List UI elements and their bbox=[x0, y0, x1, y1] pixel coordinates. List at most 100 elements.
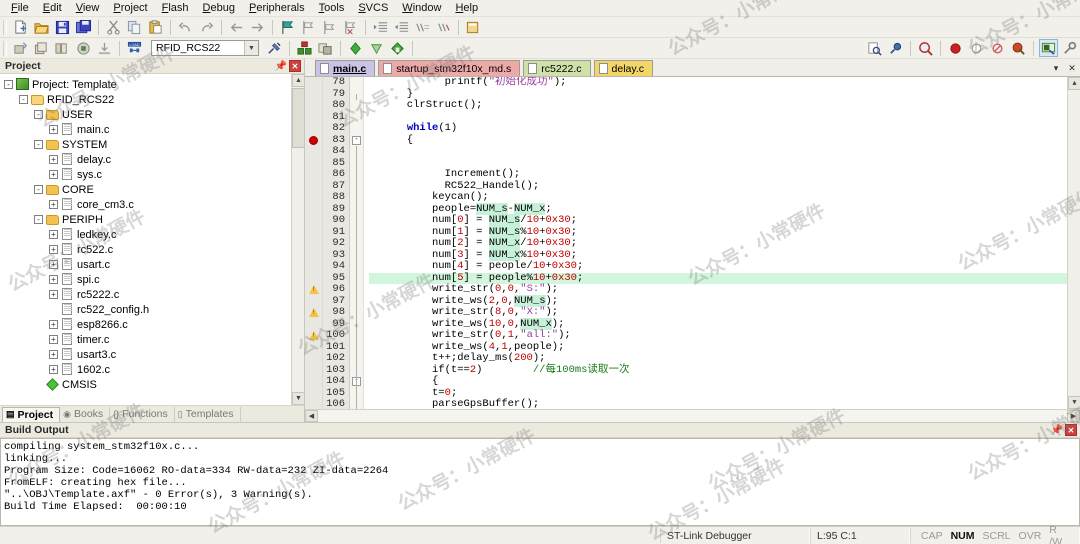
expand-icon[interactable]: + bbox=[49, 275, 58, 284]
menu-item-edit[interactable]: Edit bbox=[36, 1, 69, 15]
warning-icon[interactable] bbox=[309, 331, 319, 340]
code-line[interactable] bbox=[369, 146, 1067, 158]
outdent-icon[interactable] bbox=[392, 18, 411, 36]
cut-icon[interactable] bbox=[104, 18, 123, 36]
stop-build-icon[interactable] bbox=[74, 39, 93, 57]
project-target-combo[interactable]: RFID_RCS22 ▼ bbox=[151, 40, 259, 56]
code-line[interactable]: num[4] = people/10+0x30; bbox=[369, 260, 1067, 273]
redo-icon[interactable] bbox=[197, 18, 216, 36]
breakpoint-icon[interactable] bbox=[946, 39, 965, 57]
target-options-icon[interactable] bbox=[265, 39, 284, 57]
menu-item-help[interactable]: Help bbox=[448, 1, 485, 15]
disable-all-breakpoints-icon[interactable] bbox=[988, 39, 1007, 57]
project-pane-tab-templates[interactable]: ▯ Templates bbox=[175, 406, 241, 422]
code-line[interactable]: clrStruct(); bbox=[369, 99, 1067, 112]
collapse-icon[interactable]: - bbox=[34, 140, 43, 149]
insert-icon[interactable] bbox=[346, 39, 365, 57]
editor-tab-rc5222-c[interactable]: rc5222.c bbox=[523, 60, 591, 76]
load-icon[interactable]: LOAD bbox=[125, 39, 144, 57]
remove-icon[interactable] bbox=[367, 39, 386, 57]
manage-components-icon[interactable] bbox=[316, 39, 335, 57]
editor-vertical-scrollbar[interactable]: ▲ ▼ bbox=[1067, 77, 1080, 409]
code-line[interactable]: write_str(0,0,"S:"); bbox=[369, 283, 1067, 296]
tree-item-esp8266-c[interactable]: + esp8266.c bbox=[4, 317, 304, 332]
project-tree-scrollbar[interactable]: ▲ ▼ bbox=[291, 74, 304, 405]
tree-item-usart3-c[interactable]: + usart3.c bbox=[4, 347, 304, 362]
menu-item-tools[interactable]: Tools bbox=[312, 1, 352, 15]
menu-item-project[interactable]: Project bbox=[106, 1, 154, 15]
code-line[interactable]: parseGpsBuffer(); bbox=[369, 398, 1067, 409]
menu-item-svcs[interactable]: SVCS bbox=[351, 1, 395, 15]
build-output-text[interactable]: compiling system_stm32f10x.c... linking..… bbox=[0, 438, 1080, 526]
bookmark-next-icon[interactable] bbox=[320, 18, 339, 36]
tree-item-core[interactable]: - CORE bbox=[4, 182, 304, 197]
find-icon[interactable] bbox=[916, 39, 935, 57]
code-line[interactable]: Increment(); bbox=[369, 168, 1067, 181]
editor-horizontal-scrollbar[interactable]: ◀ ▶ bbox=[305, 409, 1080, 422]
expand-icon[interactable]: + bbox=[49, 125, 58, 134]
tree-item-periph[interactable]: - PERIPH bbox=[4, 212, 304, 227]
uncomment-icon[interactable] bbox=[434, 18, 453, 36]
scroll-left-icon[interactable]: ◀ bbox=[305, 410, 318, 422]
tree-item-sys-c[interactable]: + sys.c bbox=[4, 167, 304, 182]
tree-item-main-c[interactable]: + main.c bbox=[4, 122, 304, 137]
menu-item-peripherals[interactable]: Peripherals bbox=[242, 1, 312, 15]
bookmark-clear-icon[interactable] bbox=[341, 18, 360, 36]
close-icon[interactable]: ✕ bbox=[1065, 424, 1077, 436]
collapse-icon[interactable]: - bbox=[34, 185, 43, 194]
expand-icon[interactable]: + bbox=[49, 290, 58, 299]
fold-collapse-icon[interactable]: - bbox=[352, 135, 361, 145]
copy-icon[interactable] bbox=[125, 18, 144, 36]
expand-icon[interactable]: + bbox=[49, 170, 58, 179]
disable-breakpoint-icon[interactable] bbox=[967, 39, 986, 57]
project-pane-tab-books[interactable]: ◉ Books bbox=[60, 406, 111, 422]
code-line[interactable]: write_str(8,0,"X:"); bbox=[369, 306, 1067, 319]
expand-icon[interactable]: + bbox=[49, 335, 58, 344]
editor-code-lines[interactable]: printf("初始化成功"); } clrStruct(); while(1)… bbox=[364, 77, 1067, 409]
code-line[interactable]: if(t==2) //每100ms读取一次 bbox=[369, 364, 1067, 377]
code-line[interactable]: num[2] = NUM_x/10+0x30; bbox=[369, 237, 1067, 250]
code-line[interactable]: { bbox=[369, 375, 1067, 388]
debug-session-icon[interactable] bbox=[886, 39, 905, 57]
code-line[interactable] bbox=[369, 112, 1067, 124]
toolbar-grip[interactable] bbox=[3, 40, 7, 56]
menu-item-flash[interactable]: Flash bbox=[155, 1, 196, 15]
menu-item-debug[interactable]: Debug bbox=[196, 1, 242, 15]
comment-icon[interactable] bbox=[413, 18, 432, 36]
tree-item-1602-c[interactable]: +1602.c bbox=[4, 362, 304, 377]
open-file-icon[interactable] bbox=[32, 18, 51, 36]
navigate-back-icon[interactable] bbox=[227, 18, 246, 36]
save-icon[interactable] bbox=[53, 18, 72, 36]
expand-icon[interactable]: + bbox=[49, 365, 58, 374]
tree-item-project--template[interactable]: - Project: Template bbox=[4, 77, 304, 92]
tree-item-rc5222-c[interactable]: + rc5222.c bbox=[4, 287, 304, 302]
code-line[interactable]: while(1) bbox=[369, 122, 1067, 135]
expand-icon[interactable]: + bbox=[49, 230, 58, 239]
close-icon[interactable]: ✕ bbox=[1066, 62, 1078, 74]
collapse-icon[interactable]: - bbox=[34, 215, 43, 224]
find-in-files-icon[interactable] bbox=[865, 39, 884, 57]
collapse-icon[interactable]: - bbox=[4, 80, 13, 89]
expand-icon[interactable]: + bbox=[49, 200, 58, 209]
bookmark-toggle-icon[interactable] bbox=[278, 18, 297, 36]
editor-fold-gutter[interactable]: -- bbox=[350, 77, 364, 409]
tree-item-ledkey-c[interactable]: + ledkey.c bbox=[4, 227, 304, 242]
configure-tools-icon[interactable] bbox=[1060, 39, 1079, 57]
scroll-track[interactable] bbox=[318, 410, 1067, 422]
configure-icon[interactable] bbox=[388, 39, 407, 57]
scroll-down-icon[interactable]: ▼ bbox=[1068, 396, 1080, 409]
open-window-icon[interactable] bbox=[464, 18, 483, 36]
pin-icon[interactable]: 📌 bbox=[1051, 424, 1063, 436]
expand-icon[interactable]: + bbox=[49, 155, 58, 164]
scroll-thumb[interactable] bbox=[292, 88, 304, 148]
scroll-up-icon[interactable]: ▲ bbox=[1068, 77, 1080, 90]
collapse-icon[interactable]: - bbox=[34, 110, 43, 119]
menu-item-window[interactable]: Window bbox=[395, 1, 448, 15]
tree-item-cmsis[interactable]: CMSIS bbox=[4, 377, 304, 392]
chevron-down-icon[interactable]: ▾ bbox=[1050, 62, 1062, 74]
tree-item-timer-c[interactable]: + timer.c bbox=[4, 332, 304, 347]
pin-icon[interactable]: 📌 bbox=[275, 60, 287, 72]
editor-tab-delay-c[interactable]: delay.c bbox=[593, 60, 654, 76]
project-pane-tab-project[interactable]: ▤ Project bbox=[2, 406, 61, 422]
editor-tab-main-c[interactable]: main.c bbox=[315, 60, 376, 76]
